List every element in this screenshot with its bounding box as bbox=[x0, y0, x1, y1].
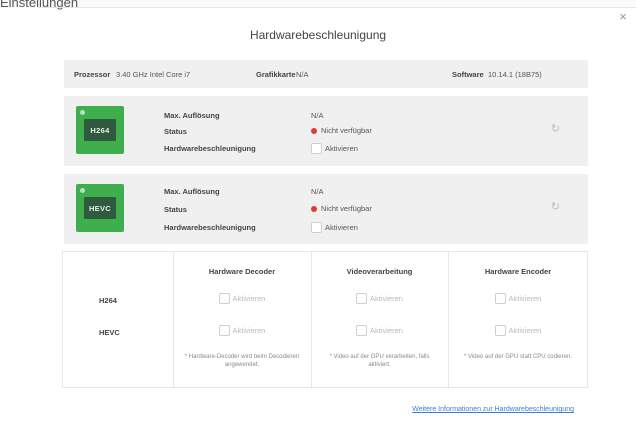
hw-acceleration-checkbox[interactable]: Aktivieren bbox=[311, 222, 358, 233]
refresh-icon[interactable]: ↻ bbox=[551, 200, 560, 213]
chip-label: HEVC bbox=[84, 197, 116, 219]
h264-decoder-checkbox[interactable]: Aktivieren bbox=[173, 293, 311, 304]
decoder-note: * Hardware-Decoder wird beim Decodieren … bbox=[184, 354, 300, 368]
system-info-bar: Prozessor 3.40 GHz Intel Core i7 Grafikk… bbox=[64, 60, 588, 88]
software-value: 10.14.1 (18B75) bbox=[488, 70, 542, 79]
hw-acceleration-checkbox[interactable]: Aktivieren bbox=[311, 143, 358, 154]
close-icon[interactable]: × bbox=[616, 10, 630, 24]
processing-note: * Video auf der GPU verarbeiten, falls a… bbox=[329, 354, 430, 368]
partial-window-label: Einstellungen bbox=[0, 0, 79, 10]
dialog-title: Hardwarebeschleunigung bbox=[249, 28, 387, 42]
refresh-icon[interactable]: ↻ bbox=[551, 122, 560, 135]
row-header-h264: H264 bbox=[99, 296, 117, 305]
status-label: Status bbox=[164, 127, 187, 136]
checkbox-icon[interactable] bbox=[494, 293, 506, 304]
more-info-link[interactable]: Weitere Informationen zur Hardwarebeschl… bbox=[412, 406, 574, 413]
checkbox-icon[interactable] bbox=[356, 293, 368, 304]
processor-label: Prozessor bbox=[74, 70, 111, 79]
checkbox-icon[interactable] bbox=[311, 222, 322, 233]
window-top-strip: Einstellungen bbox=[0, 0, 636, 10]
graphics-value: N/A bbox=[296, 70, 309, 79]
max-resolution-value: N/A bbox=[311, 187, 324, 196]
chip-icon: H264 bbox=[73, 106, 127, 154]
status-value: Nicht verfügbar bbox=[311, 126, 372, 135]
hw-acceleration-label: Hardwarebeschleunigung bbox=[164, 223, 256, 232]
acceleration-table: Hardware Decoder Videoverarbeitung Hardw… bbox=[62, 251, 588, 388]
checkbox-icon[interactable] bbox=[356, 325, 368, 336]
column-header-video-processing: Videoverarbeitung bbox=[346, 267, 413, 276]
checkbox-icon[interactable] bbox=[218, 293, 230, 304]
row-header-hevc: HEVC bbox=[99, 328, 120, 337]
encoder-note: * Video auf der GPU statt CPU codieren. bbox=[464, 354, 572, 360]
h264-processing-checkbox[interactable]: Aktivieren bbox=[311, 293, 448, 304]
checkbox-icon[interactable] bbox=[494, 325, 506, 336]
checkbox-icon[interactable] bbox=[218, 325, 230, 336]
column-header-hardware-encoder: Hardware Encoder bbox=[484, 267, 552, 276]
chip-label: H264 bbox=[84, 119, 116, 141]
max-resolution-label: Max. Auflösung bbox=[164, 111, 220, 120]
status-label: Status bbox=[164, 205, 187, 214]
codec-card-h264: H264 Max. Auflösung N/A Status Nicht ver… bbox=[64, 96, 588, 166]
status-dot-icon bbox=[311, 205, 317, 212]
hw-acceleration-label: Hardwarebeschleunigung bbox=[164, 144, 256, 153]
hevc-processing-checkbox[interactable]: Aktivieren bbox=[311, 325, 448, 336]
column-header-hardware-decoder: Hardware Decoder bbox=[208, 267, 276, 276]
max-resolution-label: Max. Auflösung bbox=[164, 187, 220, 196]
hevc-decoder-checkbox[interactable]: Aktivieren bbox=[173, 325, 311, 336]
max-resolution-value: N/A bbox=[311, 111, 324, 120]
processor-value: 3.40 GHz Intel Core i7 bbox=[116, 70, 191, 79]
hevc-encoder-checkbox[interactable]: Aktivieren bbox=[448, 325, 588, 336]
status-value: Nicht verfügbar bbox=[311, 204, 372, 213]
top-divider bbox=[38, 7, 636, 8]
graphics-label: Grafikkarte bbox=[256, 70, 296, 79]
chip-icon: HEVC bbox=[73, 184, 127, 232]
checkbox-icon[interactable] bbox=[311, 143, 322, 154]
h264-encoder-checkbox[interactable]: Aktivieren bbox=[448, 293, 588, 304]
status-dot-icon bbox=[311, 127, 317, 134]
codec-card-hevc: HEVC Max. Auflösung N/A Status Nicht ver… bbox=[64, 174, 588, 244]
software-label: Software bbox=[452, 70, 484, 79]
